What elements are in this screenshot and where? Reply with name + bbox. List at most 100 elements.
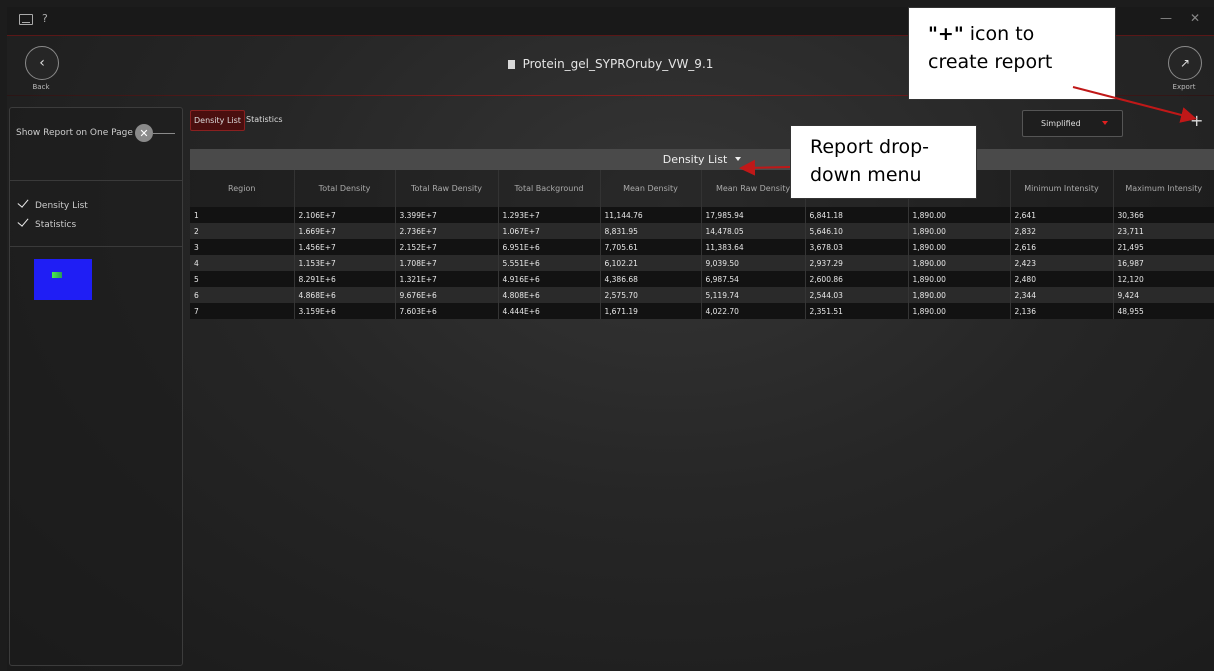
table-cell: 1.708E+7 bbox=[395, 255, 499, 271]
table-cell: 11,144.76 bbox=[600, 207, 702, 223]
table-cell: 3 bbox=[190, 239, 295, 255]
table-cell: 2.152E+7 bbox=[395, 239, 499, 255]
table-cell: 3,678.03 bbox=[805, 239, 909, 255]
table-cell: 2,641 bbox=[1010, 207, 1114, 223]
table-cell: 8,831.95 bbox=[600, 223, 702, 239]
view-mode-dropdown[interactable]: Simplified bbox=[1022, 110, 1123, 137]
show-report-toggle[interactable]: ✕ bbox=[135, 124, 153, 142]
table-cell: 2,344 bbox=[1010, 287, 1114, 303]
table-cell: 2,832 bbox=[1010, 223, 1114, 239]
column-header[interactable]: Mean Density bbox=[600, 170, 702, 207]
help-button[interactable]: ? bbox=[42, 12, 48, 25]
table-cell: 6,987.54 bbox=[701, 271, 806, 287]
table-cell: 21,495 bbox=[1113, 239, 1214, 255]
table-cell: 2,575.70 bbox=[600, 287, 702, 303]
table-row[interactable]: 2 1.669E+7 2.736E+7 1.067E+7 8,831.95 14,478.… bbox=[190, 223, 1214, 239]
table-cell: 1,890.00 bbox=[908, 223, 1011, 239]
annotation-line2: create report bbox=[928, 51, 1053, 73]
table-cell: 4 bbox=[190, 255, 295, 271]
sidebar-item-label: Density List bbox=[35, 201, 88, 211]
table-cell: 2.736E+7 bbox=[395, 223, 499, 239]
table-cell: 1 bbox=[190, 207, 295, 223]
table-cell: 4,386.68 bbox=[600, 271, 702, 287]
chevron-down-icon bbox=[735, 157, 742, 161]
table-cell: 1.153E+7 bbox=[294, 255, 396, 271]
table-cell: 5,119.74 bbox=[701, 287, 806, 303]
export-button[interactable]: ↗ bbox=[1168, 46, 1202, 80]
table-cell: 4,022.70 bbox=[701, 303, 806, 319]
table-cell: 6.951E+6 bbox=[498, 239, 601, 255]
table-cell: 6 bbox=[190, 287, 295, 303]
close-icon: ✕ bbox=[139, 126, 149, 140]
table-row[interactable]: 1 2.106E+7 3.399E+7 1.293E+7 11,144.76 17,985… bbox=[190, 207, 1214, 223]
annotation-line2: down menu bbox=[810, 164, 922, 186]
table-cell: 5,646.10 bbox=[805, 223, 909, 239]
table-cell: 1.669E+7 bbox=[294, 223, 396, 239]
table-cell: 9,039.50 bbox=[701, 255, 806, 271]
table-cell: 1,890.00 bbox=[908, 303, 1011, 319]
table-cell: 8.291E+6 bbox=[294, 271, 396, 287]
table-cell: 9,424 bbox=[1113, 287, 1214, 303]
column-header[interactable]: Region bbox=[190, 170, 295, 207]
table-row[interactable]: 6 4.868E+6 9.676E+6 4.808E+6 2,575.70 5,119.7… bbox=[190, 287, 1214, 303]
chevron-down-icon bbox=[1102, 121, 1108, 125]
sidebar-item-statistics[interactable]: Statistics bbox=[17, 215, 77, 230]
gel-band bbox=[52, 272, 62, 278]
table-row[interactable]: 3 1.456E+7 2.152E+7 6.951E+6 7,705.61 11,383.… bbox=[190, 239, 1214, 255]
toggle-track bbox=[153, 133, 175, 134]
table-cell: 6,841.18 bbox=[805, 207, 909, 223]
table-cell: 1,890.00 bbox=[908, 287, 1011, 303]
keyboard-icon[interactable] bbox=[19, 14, 33, 25]
sidebar-divider bbox=[10, 246, 182, 247]
share-icon: ↗ bbox=[1179, 56, 1191, 70]
table-cell: 4.916E+6 bbox=[498, 271, 601, 287]
checkmark-icon bbox=[17, 215, 29, 227]
sidebar: Show Report on One Page ✕ Density List S… bbox=[9, 107, 183, 666]
table-row[interactable]: 4 1.153E+7 1.708E+7 5.551E+6 6,102.21 9,039.5… bbox=[190, 255, 1214, 271]
table-cell: 1.456E+7 bbox=[294, 239, 396, 255]
table-cell: 17,985.94 bbox=[701, 207, 806, 223]
table-cell: 7,705.61 bbox=[600, 239, 702, 255]
density-table: Region Total Density Total Raw Density Tota… bbox=[190, 170, 1214, 319]
table-cell: 2 bbox=[190, 223, 295, 239]
minimize-button[interactable]: — bbox=[1160, 11, 1172, 25]
table-cell: 6,102.21 bbox=[600, 255, 702, 271]
add-report-button[interactable]: + bbox=[1190, 111, 1203, 130]
table-cell: 4.444E+6 bbox=[498, 303, 601, 319]
table-row[interactable]: 5 8.291E+6 1.321E+7 4.916E+6 4,386.68 6,987.5… bbox=[190, 271, 1214, 287]
tab-statistics[interactable]: Statistics bbox=[243, 110, 286, 129]
table-cell: 7.603E+6 bbox=[395, 303, 499, 319]
table-cell: 48,955 bbox=[1113, 303, 1214, 319]
sidebar-item-density-list[interactable]: Density List bbox=[17, 196, 88, 211]
tab-density-list[interactable]: Density List bbox=[190, 110, 245, 131]
table-cell: 2,600.86 bbox=[805, 271, 909, 287]
table-cell: 11,383.64 bbox=[701, 239, 806, 255]
table-cell: 1.321E+7 bbox=[395, 271, 499, 287]
table-row[interactable]: 7 3.159E+6 7.603E+6 4.444E+6 1,671.19 4,022.7… bbox=[190, 303, 1214, 319]
column-header[interactable]: Maximum Intensity bbox=[1113, 170, 1214, 207]
table-cell: 2.106E+7 bbox=[294, 207, 396, 223]
column-header[interactable]: Minimum Intensity bbox=[1010, 170, 1114, 207]
column-header[interactable]: Total Density bbox=[294, 170, 396, 207]
table-cell: 3.399E+7 bbox=[395, 207, 499, 223]
column-header[interactable]: Total Background bbox=[498, 170, 601, 207]
table-cell: 30,366 bbox=[1113, 207, 1214, 223]
table-cell: 4.808E+6 bbox=[498, 287, 601, 303]
table-cell: 1.067E+7 bbox=[498, 223, 601, 239]
sidebar-item-label: Statistics bbox=[35, 220, 77, 230]
file-name: Protein_gel_SYPROruby_VW_9.1 bbox=[522, 57, 714, 71]
close-button[interactable]: ✕ bbox=[1190, 11, 1200, 25]
column-header[interactable]: Total Raw Density bbox=[395, 170, 499, 207]
table-cell: 1,890.00 bbox=[908, 207, 1011, 223]
annotation-line1: Report drop- bbox=[810, 136, 930, 158]
document-icon bbox=[507, 60, 515, 69]
report-dropdown[interactable]: Density List bbox=[190, 149, 1214, 170]
table-cell: 2,423 bbox=[1010, 255, 1114, 271]
show-report-label: Show Report on One Page bbox=[16, 128, 133, 138]
checkmark-icon bbox=[17, 196, 29, 208]
plus-icon: + bbox=[1190, 111, 1204, 130]
export-label: Export bbox=[1172, 83, 1196, 91]
gel-thumbnail[interactable] bbox=[34, 259, 92, 300]
table-cell: 3.159E+6 bbox=[294, 303, 396, 319]
table-cell: 2,351.51 bbox=[805, 303, 909, 319]
